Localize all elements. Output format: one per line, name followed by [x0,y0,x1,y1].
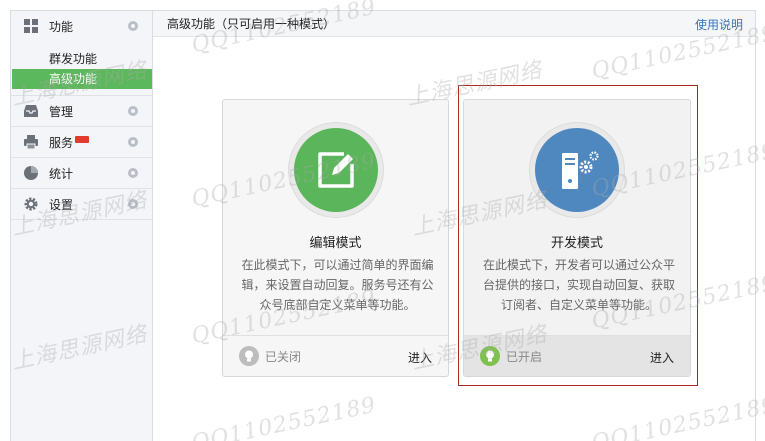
sub-list-features: 群发功能 高级功能 [11,41,152,95]
nav-head-features[interactable]: 功能 [11,11,152,41]
nav-group-features: 功能 群发功能 高级功能 [11,11,152,96]
nav-head-label: 设置 [49,197,74,212]
status-text: 已关闭 [265,349,302,364]
nav-group-manage: 管理 [11,96,152,127]
dev-mode-card: 开发模式 在此模式下，开发者可以通过公众平台提供的接口，实现自动回复、获取订阅者… [463,99,691,377]
collapse-icon[interactable] [128,21,138,31]
nav-head-label: 管理 [49,104,74,119]
nav-group-stats: 统计 [11,158,152,189]
edit-icon [293,128,378,212]
collapse-icon[interactable] [128,199,138,209]
enter-edit-mode-button[interactable]: 进入 [408,349,432,366]
inbox-icon [23,103,39,119]
collapse-icon[interactable] [128,137,138,147]
sidebar-item-mass-send[interactable]: 群发功能 [11,49,152,69]
status-text: 已开启 [506,349,543,364]
nav-head-manage[interactable]: 管理 [11,96,152,126]
pie-chart-icon [23,165,39,181]
nav-group-service: 服务 [11,127,152,158]
nav-head-label: 功能 [49,19,74,34]
card-title: 开发模式 [550,235,603,250]
nav-head-label: 服务 [49,135,74,150]
bulb-on-icon [480,346,500,366]
card-title: 编辑模式 [309,235,362,250]
nav-head-service[interactable]: 服务 [11,127,152,157]
gear-icon [23,196,39,212]
server-gear-icon [535,128,619,212]
nav-head-label: 统计 [49,166,74,181]
card-description: 在此模式下，可以通过简单的界面编辑，来设置自动回复。服务号还有公众号底部自定义菜… [241,258,434,312]
bulb-off-icon [239,346,259,366]
collapse-icon[interactable] [128,168,138,178]
help-link[interactable]: 使用说明 [695,16,743,33]
grid-icon [23,18,39,34]
nav-head-stats[interactable]: 统计 [11,158,152,188]
main-panel: 高级功能（只可启用一种模式） 使用说明 编辑模式 在此模式下，可以通过简单的界面… [153,10,756,441]
page-header: 高级功能（只可启用一种模式） 使用说明 [153,11,755,37]
new-badge [75,135,90,143]
enter-dev-mode-button[interactable]: 进入 [650,349,674,366]
sidebar-item-advanced[interactable]: 高级功能 [12,69,152,89]
nav-head-settings[interactable]: 设置 [11,189,152,219]
icon-ring [529,122,625,218]
card-description: 在此模式下，开发者可以通过公众平台提供的接口，实现自动回复、获取订阅者、自定义菜… [482,258,675,312]
nav-group-settings: 设置 [11,189,152,220]
page-title: 高级功能（只可启用一种模式） [167,17,336,31]
edit-mode-card: 编辑模式 在此模式下，可以通过简单的界面编辑，来设置自动回复。服务号还有公众号底… [222,99,449,377]
sidebar: 功能 群发功能 高级功能 管理 服务 统计 设置 [10,10,153,441]
icon-ring [287,122,384,218]
card-footer: 已关闭 进入 [223,335,448,376]
collapse-icon[interactable] [128,106,138,116]
card-footer: 已开启 进入 [464,335,690,376]
printer-icon [23,134,39,150]
